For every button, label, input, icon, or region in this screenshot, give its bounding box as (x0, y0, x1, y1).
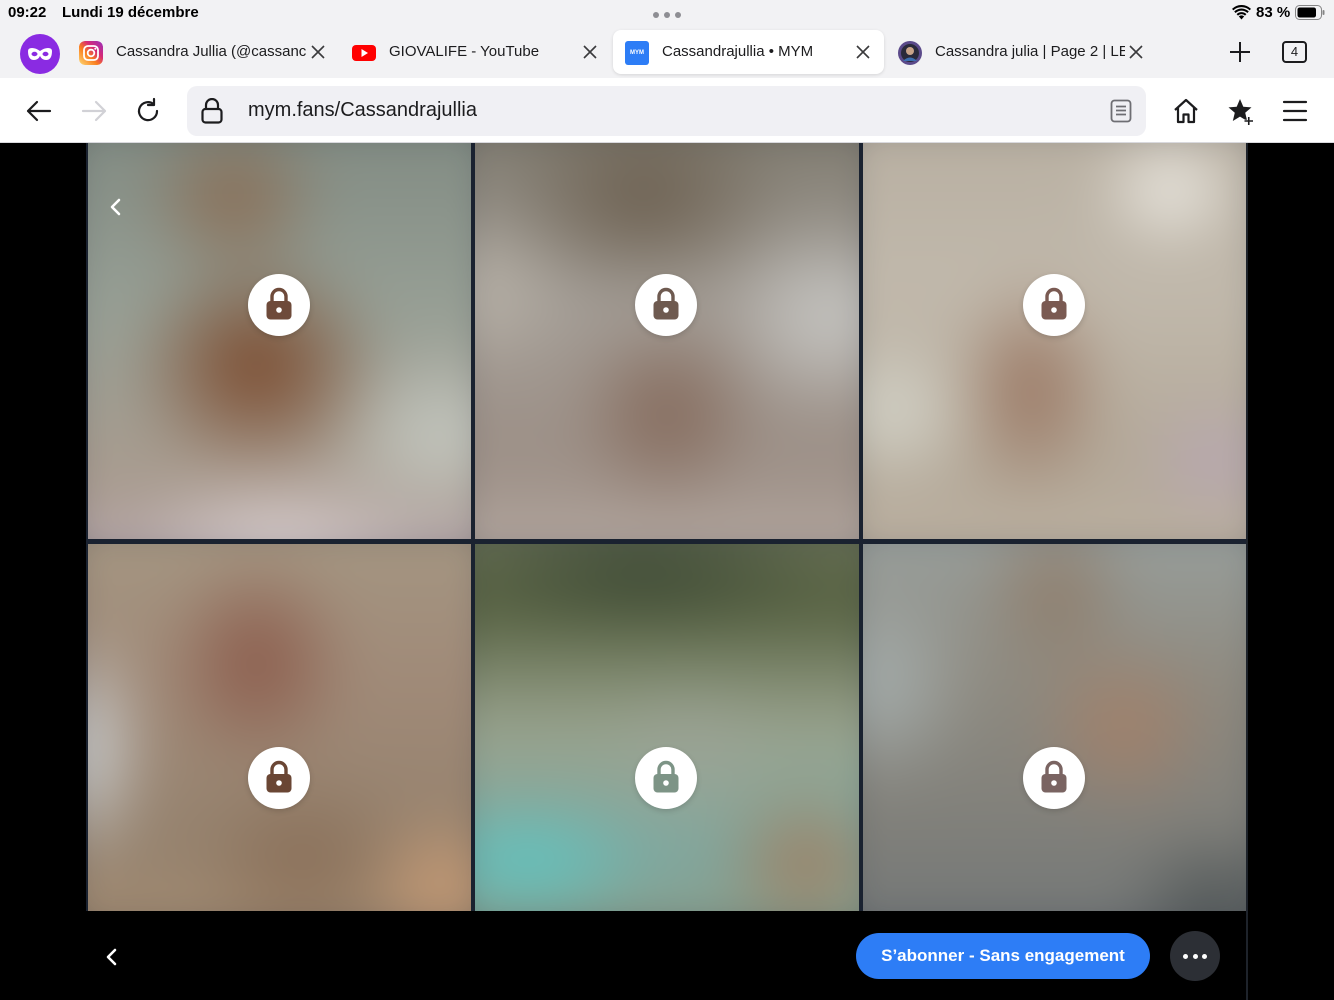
tab-mym[interactable]: MYM Cassandrajullia • MYM (613, 30, 884, 74)
tab-forum[interactable]: Cassandra julia | Page 2 | LE (888, 30, 1156, 74)
close-tab-icon[interactable] (583, 45, 597, 59)
battery-percentage: 83 % (1256, 4, 1291, 21)
bottom-action-bar: S’abonner - Sans engagement (86, 911, 1240, 1000)
chevron-left-icon[interactable] (104, 195, 128, 219)
wifi-icon (1232, 5, 1251, 20)
chevron-left-icon[interactable] (100, 945, 124, 969)
padlock-icon (653, 287, 679, 320)
status-date: Lundi 19 décembre (62, 4, 199, 21)
lock-badge (1023, 747, 1085, 809)
home-icon[interactable] (1172, 97, 1200, 125)
subscribe-button[interactable]: S’abonner - Sans engagement (856, 933, 1150, 979)
locked-media-tile[interactable] (863, 143, 1246, 539)
padlock-icon (266, 287, 292, 320)
close-tab-icon[interactable] (311, 45, 325, 59)
menu-hamburger-icon[interactable] (1281, 97, 1309, 125)
lock-badge (635, 747, 697, 809)
close-tab-icon[interactable] (856, 45, 870, 59)
forward-arrow-icon[interactable] (80, 97, 108, 125)
lock-icon (201, 98, 223, 124)
more-options-icon[interactable] (1170, 931, 1220, 981)
tab-title: Cassandrajullia • MYM (662, 43, 814, 60)
address-bar[interactable]: mym.fans/Cassandrajullia (187, 86, 1146, 136)
lock-badge (1023, 274, 1085, 336)
bookmarks-star-icon[interactable] (1226, 97, 1254, 125)
locked-media-grid (86, 143, 1248, 911)
tab-count-button[interactable]: 4 (1282, 41, 1307, 63)
new-tab-plus-icon[interactable] (1228, 40, 1252, 64)
avatar-icon (898, 41, 922, 65)
battery-icon (1295, 5, 1325, 20)
status-time: 09:22 (8, 4, 47, 21)
reload-icon[interactable] (134, 97, 162, 125)
youtube-icon (352, 45, 376, 61)
tab-title: Cassandra julia | Page 2 | LE (935, 43, 1125, 60)
locked-media-tile[interactable] (863, 544, 1246, 911)
locked-media-tile[interactable] (475, 544, 859, 911)
browser-toolbar: mym.fans/Cassandrajullia (0, 78, 1334, 143)
multitask-dots-icon[interactable] (653, 12, 683, 18)
right-margin (1248, 143, 1334, 1000)
private-browsing-mask-icon[interactable] (20, 34, 60, 74)
close-tab-icon[interactable] (1129, 45, 1143, 59)
tab-youtube[interactable]: GIOVALIFE - YouTube (342, 30, 610, 74)
padlock-icon (266, 760, 292, 793)
padlock-icon (653, 760, 679, 793)
tab-instagram[interactable]: Cassandra Jullia (@cassanc (70, 30, 338, 74)
padlock-icon (1041, 760, 1067, 793)
tab-title: GIOVALIFE - YouTube (389, 43, 540, 60)
locked-media-tile[interactable] (88, 544, 471, 911)
padlock-icon (1041, 287, 1067, 320)
url-text: mym.fans/Cassandrajullia (248, 99, 477, 121)
locked-media-tile[interactable] (88, 143, 471, 539)
mym-icon: MYM (625, 41, 649, 65)
locked-media-tile[interactable] (475, 143, 859, 539)
lock-badge (635, 274, 697, 336)
lock-badge (248, 274, 310, 336)
reader-view-icon[interactable] (1110, 99, 1132, 123)
instagram-icon (79, 41, 103, 65)
status-bar: 09:22 Lundi 19 décembre 83 % (0, 0, 1334, 30)
page-content: S’abonner - Sans engagement (0, 143, 1334, 1000)
lock-badge (248, 747, 310, 809)
tab-title: Cassandra Jullia (@cassanc (116, 43, 307, 60)
tab-strip: Cassandra Jullia (@cassanc GIOVALIFE - Y… (0, 30, 1334, 78)
back-arrow-icon[interactable] (25, 97, 53, 125)
